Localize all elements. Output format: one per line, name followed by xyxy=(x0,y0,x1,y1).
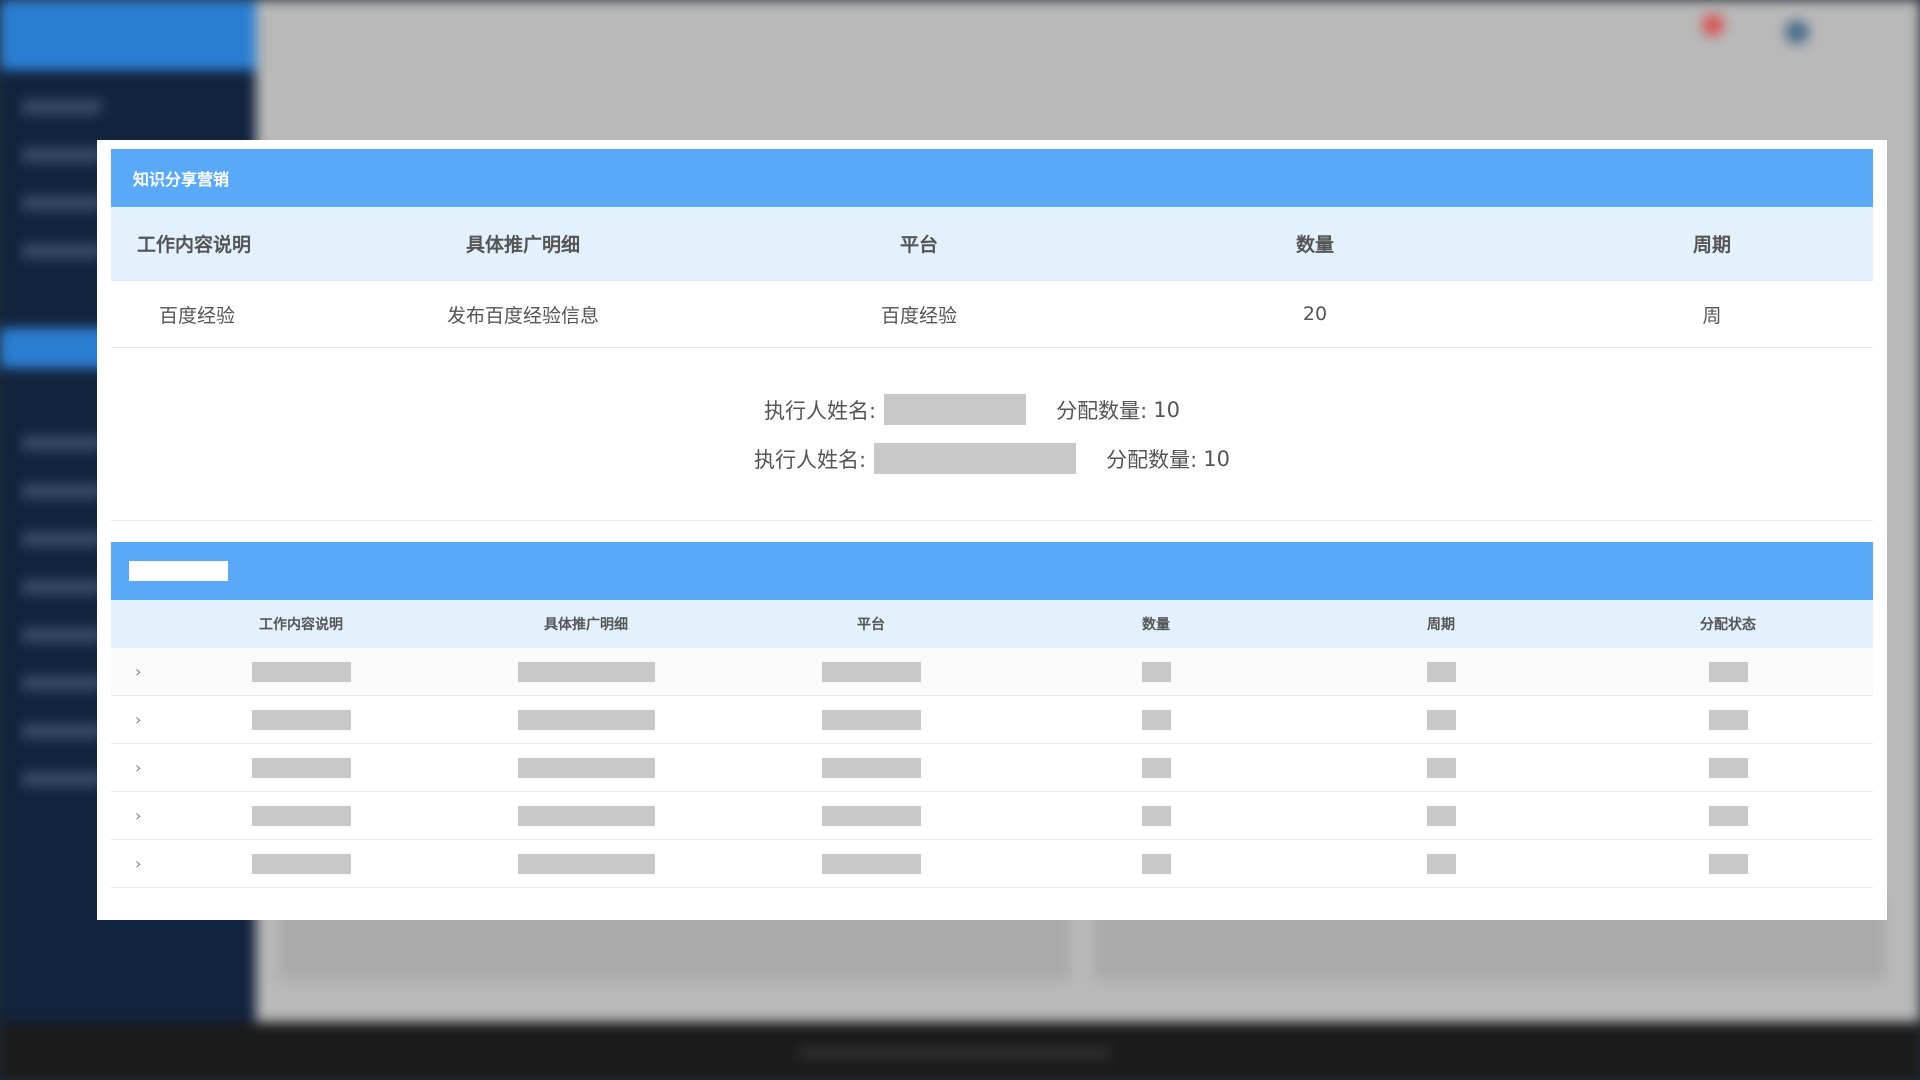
cell-period xyxy=(1299,661,1583,682)
assignment-row: 执行人姓名: 分配数量: 10 xyxy=(764,394,1180,425)
executor-name-label: 执行人姓名: xyxy=(754,447,867,472)
bg-avatar xyxy=(1785,20,1809,44)
cell-quantity xyxy=(1013,709,1299,730)
expand-row-icon[interactable]: › xyxy=(111,854,159,873)
cell-content xyxy=(159,709,443,730)
card-header xyxy=(111,542,1873,600)
redacted-card-title xyxy=(129,561,228,581)
cell-platform xyxy=(729,661,1013,682)
cell-period: 周 xyxy=(1702,304,1722,327)
bg-sidebar-item xyxy=(22,628,102,642)
bg-sidebar-item xyxy=(22,196,102,210)
table-row[interactable]: › xyxy=(111,840,1873,888)
cell-assign-status xyxy=(1583,853,1873,874)
assignment-row: 执行人姓名: 分配数量: 10 xyxy=(754,443,1230,474)
cell-detail: 发布百度经验信息 xyxy=(446,304,599,327)
table-header: 工作内容说明 具体推广明细 平台 数量 周期 分配状态 xyxy=(111,600,1873,648)
table-row[interactable]: › xyxy=(111,744,1873,792)
bg-sidebar-item xyxy=(22,724,102,738)
cell-content: 百度经验 xyxy=(159,304,236,327)
assigned-quantity-value: 10 xyxy=(1203,446,1230,471)
task-detail-modal: 知识分享营销 工作内容说明 具体推广明细 平台 数量 周期 百度经验 发布百度经… xyxy=(97,140,1887,920)
cell-period xyxy=(1299,709,1583,730)
bg-sidebar-item xyxy=(22,148,102,162)
cell-platform xyxy=(729,805,1013,826)
cell-platform: 百度经验 xyxy=(880,304,957,327)
cell-detail xyxy=(443,709,729,730)
cell-detail xyxy=(443,805,729,826)
bg-sidebar-item xyxy=(22,580,102,594)
cell-quantity xyxy=(1013,757,1299,778)
table-row[interactable]: › xyxy=(111,648,1873,696)
column-header-quantity: 数量 xyxy=(1142,617,1170,633)
expand-row-icon[interactable]: › xyxy=(111,710,159,729)
cell-quantity xyxy=(1013,661,1299,682)
cell-quantity xyxy=(1013,853,1299,874)
cell-content xyxy=(159,661,443,682)
column-header-content: 工作内容说明 xyxy=(137,234,252,256)
bg-sidebar-item xyxy=(22,100,102,114)
bg-sidebar-item xyxy=(22,436,102,450)
cell-assign-status xyxy=(1583,805,1873,826)
bg-sidebar-item xyxy=(22,484,102,498)
assigned-quantity-label: 分配数量: xyxy=(1106,447,1198,472)
bg-sidebar-item xyxy=(22,532,102,546)
column-header-period: 周期 xyxy=(1692,234,1731,256)
cell-detail xyxy=(443,661,729,682)
table-row[interactable]: › xyxy=(111,792,1873,840)
cell-content xyxy=(159,853,443,874)
task-list-card: 工作内容说明 具体推广明细 平台 数量 周期 分配状态 › › › › › xyxy=(111,542,1873,888)
knowledge-marketing-card: 知识分享营销 工作内容说明 具体推广明细 平台 数量 周期 百度经验 发布百度经… xyxy=(111,149,1873,521)
column-header-detail: 具体推广明细 xyxy=(465,234,580,256)
executor-name-field[interactable] xyxy=(884,394,1027,425)
executor-name-field[interactable] xyxy=(874,443,1077,474)
assigned-quantity-value: 10 xyxy=(1153,397,1180,422)
cell-detail xyxy=(443,853,729,874)
cell-assign-status xyxy=(1583,757,1873,778)
column-header-detail: 具体推广明细 xyxy=(544,617,628,633)
cell-assign-status xyxy=(1583,661,1873,682)
cell-period xyxy=(1299,853,1583,874)
expand-row-icon[interactable]: › xyxy=(111,806,159,825)
cell-detail xyxy=(443,757,729,778)
column-header-quantity: 数量 xyxy=(1295,234,1334,256)
bg-sidebar-item xyxy=(22,772,102,786)
cell-period xyxy=(1299,805,1583,826)
cell-content xyxy=(159,757,443,778)
table-row: 百度经验 发布百度经验信息 百度经验 20 周 xyxy=(111,281,1873,348)
cell-quantity xyxy=(1013,805,1299,826)
table-row[interactable]: › xyxy=(111,696,1873,744)
cell-quantity: 20 xyxy=(1302,303,1328,325)
cell-platform xyxy=(729,757,1013,778)
expand-row-icon[interactable]: › xyxy=(111,758,159,777)
cell-platform xyxy=(729,853,1013,874)
card-header: 知识分享营销 xyxy=(111,149,1873,207)
cell-assign-status xyxy=(1583,709,1873,730)
executor-name-label: 执行人姓名: xyxy=(764,398,877,423)
bg-logo xyxy=(0,0,256,70)
cell-content xyxy=(159,805,443,826)
cell-period xyxy=(1299,757,1583,778)
bg-sidebar-item xyxy=(22,244,102,258)
table-header: 工作内容说明 具体推广明细 平台 数量 周期 xyxy=(111,207,1873,281)
bg-sidebar-item xyxy=(22,676,102,690)
assigned-quantity-label: 分配数量: xyxy=(1056,398,1148,423)
cell-platform xyxy=(729,709,1013,730)
column-header-platform: 平台 xyxy=(899,234,938,256)
column-header-assign-status: 分配状态 xyxy=(1700,617,1756,633)
column-header-content: 工作内容说明 xyxy=(259,617,343,633)
column-header-period: 周期 xyxy=(1427,617,1455,633)
bg-notification-dot xyxy=(1702,14,1724,36)
bg-footer-text xyxy=(800,1048,1110,1058)
column-header-platform: 平台 xyxy=(857,617,885,633)
card-title: 知识分享营销 xyxy=(133,170,230,189)
expand-row-icon[interactable]: › xyxy=(111,662,159,681)
assignment-list: 执行人姓名: 分配数量: 10 执行人姓名: 分配数量: 10 xyxy=(111,348,1873,474)
